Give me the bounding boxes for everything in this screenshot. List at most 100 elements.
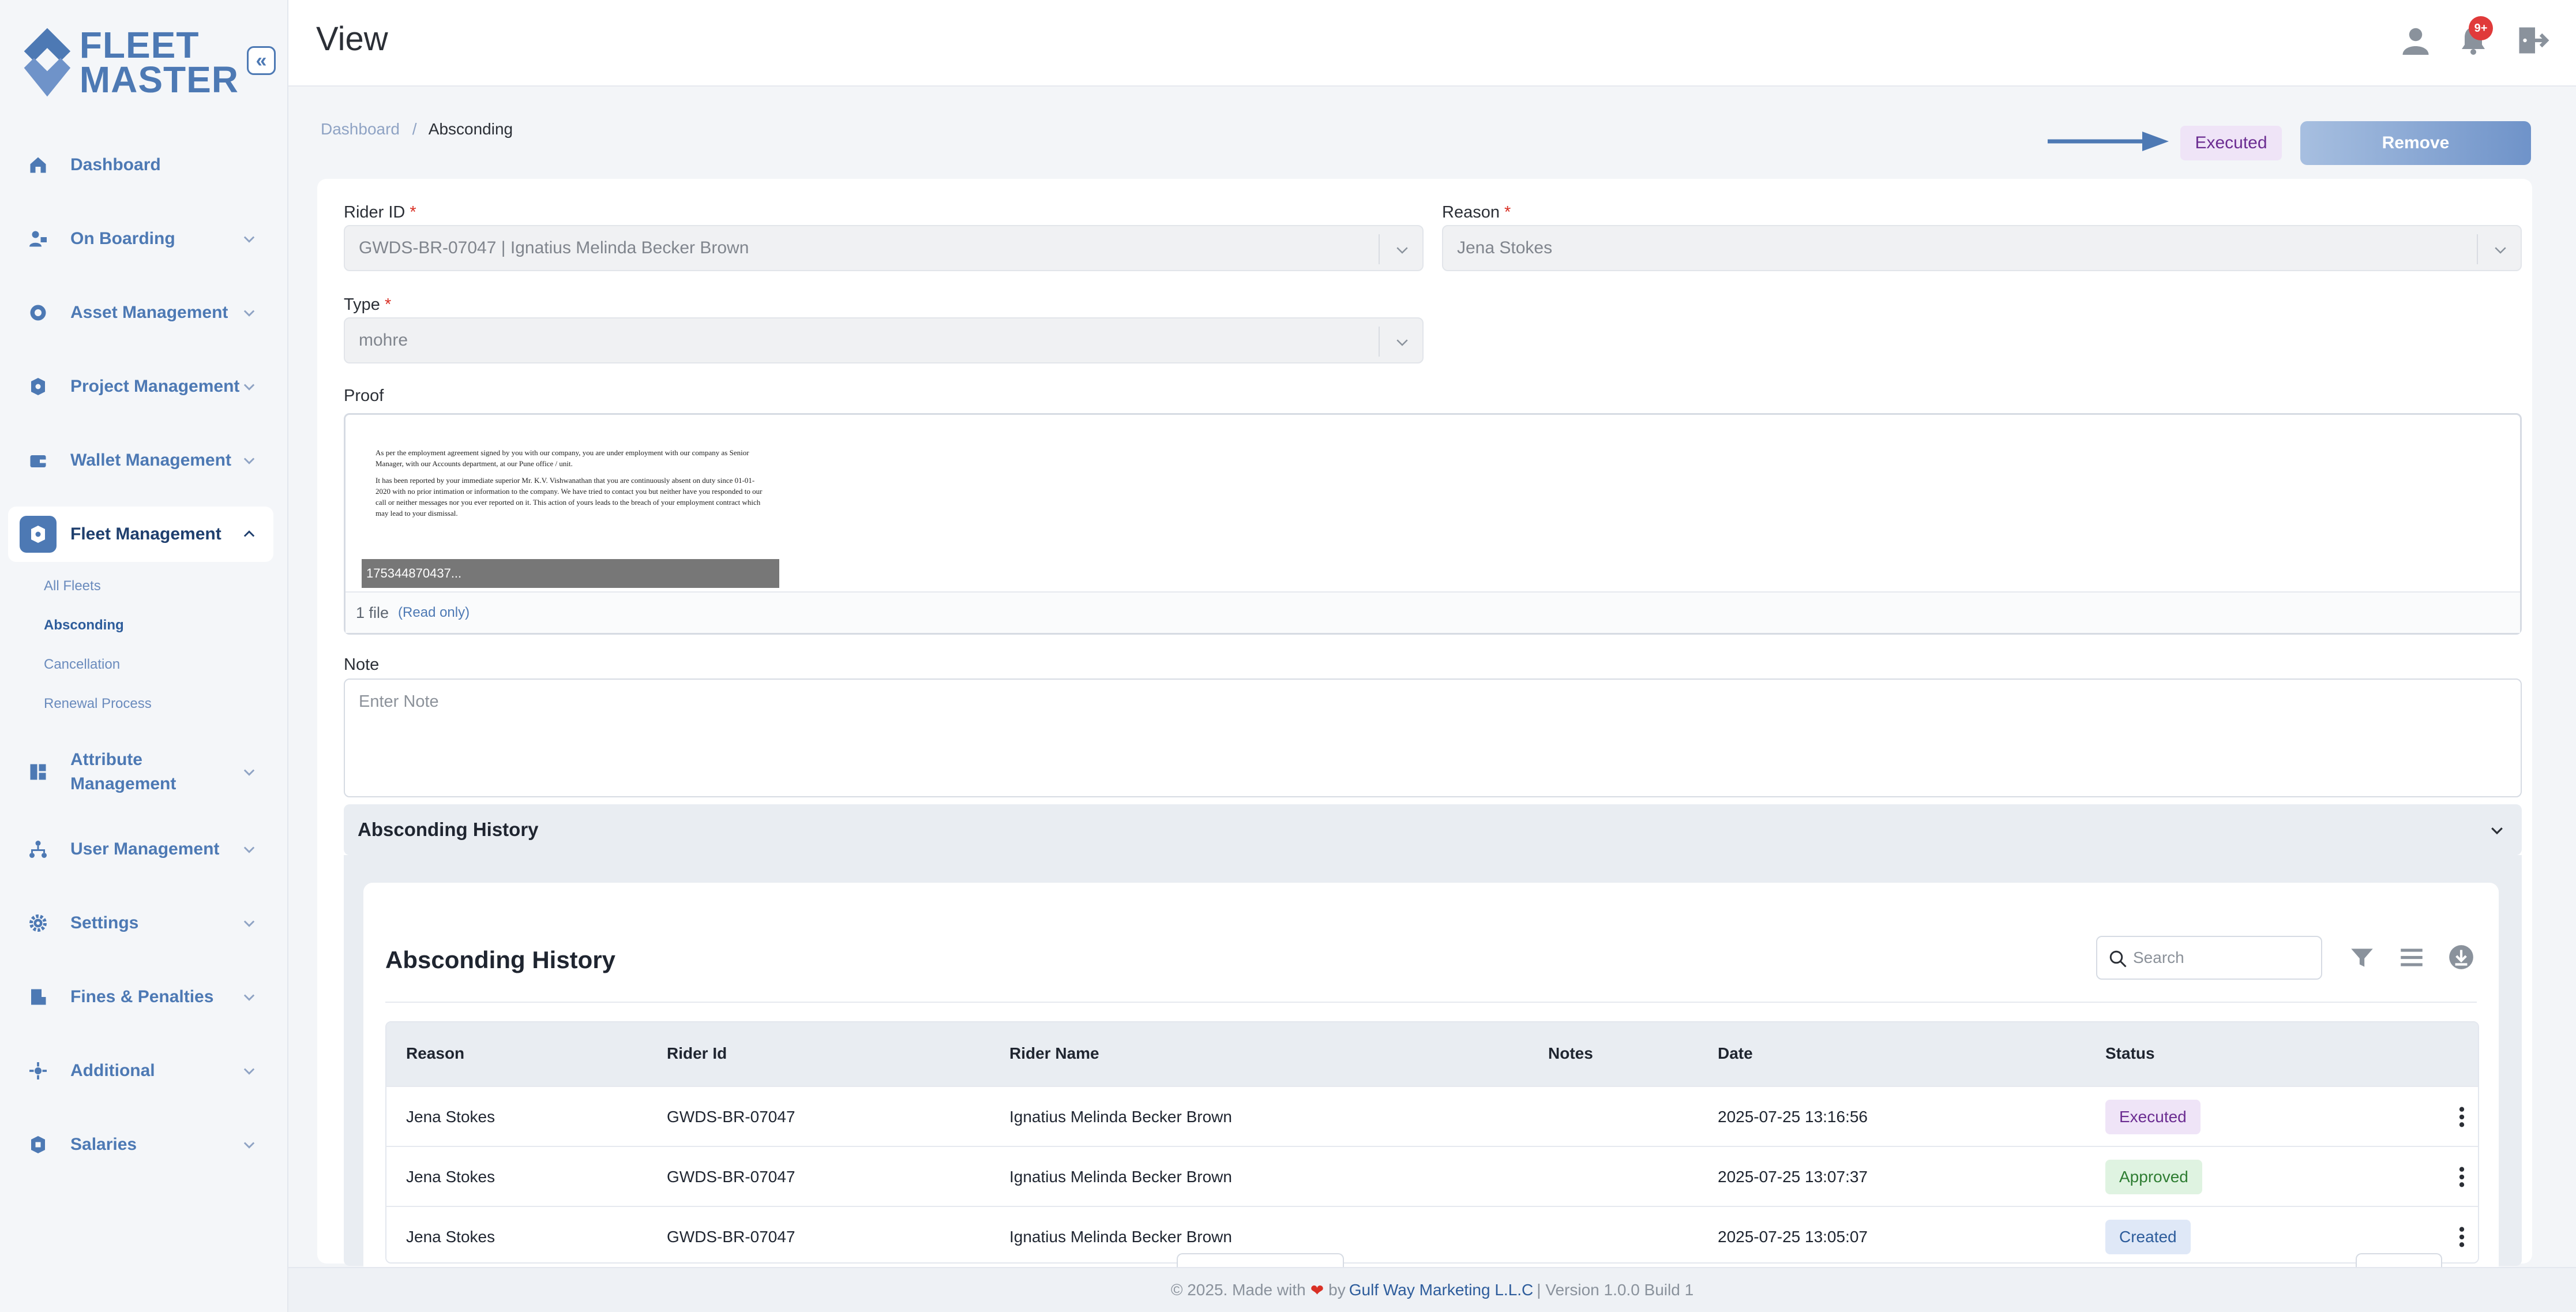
collapse-sidebar-button[interactable]: « (247, 46, 276, 75)
cell-reason: Jena Stokes (406, 1168, 495, 1186)
search-input[interactable]: Search (2096, 936, 2322, 980)
logo-text: FLEET MASTER (79, 24, 239, 100)
logo[interactable]: FLEET MASTER (20, 22, 239, 103)
history-accordion-header[interactable]: Absconding History (344, 804, 2522, 855)
project-icon (20, 368, 57, 405)
history-title: Absconding History (385, 946, 616, 973)
table-row: Jena Stokes GWDS-BR-07047 Ignatius Melin… (386, 1206, 2478, 1262)
top-bar: View (288, 0, 2576, 87)
chevron-down-icon (1396, 247, 1408, 254)
sidebar-item-asset-management[interactable]: Asset Management (8, 285, 273, 340)
sidebar: FLEET MASTER « Dashboard On Boarding Ass… (0, 0, 288, 1312)
status-badge: Approved (2105, 1160, 2202, 1194)
reason-label: Reason * (1442, 203, 1511, 222)
sidebar-item-attribute-management[interactable]: Attribute Management (8, 743, 273, 801)
chevron-up-icon (243, 530, 255, 537)
proof-uploader: As per the employment agreement signed b… (344, 413, 2522, 635)
chevron-down-icon (243, 458, 255, 464)
proof-read-only: (Read only) (398, 605, 470, 620)
footer-company-link[interactable]: Gulf Way Marketing L.L.C (1349, 1281, 1534, 1299)
attribute-icon (20, 754, 57, 790)
more-options-icon[interactable] (2456, 1225, 2468, 1249)
sidebar-item-label: Settings (70, 913, 139, 932)
column-header-notes[interactable]: Notes (1548, 1044, 1593, 1063)
cell-rider-id: GWDS-BR-07047 (667, 1228, 795, 1246)
cell-rider-name: Ignatius Melinda Becker Brown (1009, 1228, 1232, 1246)
logo-mark-icon (24, 28, 71, 97)
cell-rider-name: Ignatius Melinda Becker Brown (1009, 1168, 1232, 1186)
chevron-down-icon (243, 994, 255, 1001)
wallet-icon (20, 442, 57, 479)
sidebar-item-label: Fines & Penalties (70, 987, 214, 1006)
sidebar-item-settings[interactable]: Settings (8, 895, 273, 951)
sidebar-item-project-management[interactable]: Project Management (8, 359, 273, 414)
footer-version: | Version 1.0.0 Build 1 (1537, 1281, 1694, 1299)
sidebar-item-on-boarding[interactable]: On Boarding (8, 211, 273, 267)
fleet-icon (20, 516, 57, 553)
search-placeholder: Search (2133, 949, 2184, 966)
proof-label: Proof (344, 387, 384, 405)
sidebar-item-wallet-management[interactable]: Wallet Management (8, 433, 273, 488)
salary-icon (20, 1126, 57, 1163)
more-options-icon[interactable] (2456, 1105, 2468, 1129)
note-textarea[interactable]: Enter Note (344, 679, 2522, 797)
table-row: Jena Stokes GWDS-BR-07047 Ignatius Melin… (386, 1086, 2478, 1146)
logout-icon[interactable] (2515, 23, 2549, 58)
sidebar-item-label: On Boarding (70, 229, 175, 248)
column-header-rider-id[interactable]: Rider Id (667, 1044, 727, 1063)
cell-rider-id: GWDS-BR-07047 (667, 1168, 795, 1186)
chevron-down-icon (243, 920, 255, 927)
sidebar-item-fines-penalties[interactable]: Fines & Penalties (8, 969, 273, 1025)
status-badge: Created (2105, 1220, 2191, 1254)
sidebar-item-label: User Management (70, 839, 220, 859)
sidebar-sub-absconding[interactable]: Absconding (44, 617, 124, 633)
chevron-down-icon (243, 384, 255, 391)
sidebar-item-additional[interactable]: Additional (8, 1043, 273, 1099)
user-board-icon (20, 220, 57, 257)
proof-file-thumbnail[interactable]: As per the employment agreement signed b… (362, 445, 779, 588)
footer-prefix: © 2025. Made with (1170, 1281, 1306, 1299)
type-label: Type * (344, 295, 392, 314)
chevron-down-icon (1396, 339, 1408, 346)
chevron-down-icon (243, 310, 255, 317)
sidebar-item-fleet-management[interactable]: Fleet Management (8, 507, 273, 562)
table-row: Jena Stokes GWDS-BR-07047 Ignatius Melin… (386, 1146, 2478, 1206)
user-profile-icon[interactable] (2398, 23, 2433, 58)
sidebar-item-label: Fleet Management (70, 524, 221, 543)
sidebar-sub-renewal-process[interactable]: Renewal Process (44, 696, 152, 712)
reason-value: Jena Stokes (1457, 238, 1553, 257)
sidebar-item-user-management[interactable]: User Management (8, 822, 273, 877)
status-badge: Executed (2105, 1100, 2201, 1134)
filter-icon[interactable] (2348, 943, 2376, 972)
search-icon (2109, 950, 2127, 968)
column-header-rider-name[interactable]: Rider Name (1009, 1044, 1099, 1063)
download-icon[interactable] (2447, 943, 2476, 972)
remove-button[interactable]: Remove (2300, 121, 2531, 165)
history-panel: Absconding History Search Reason Rider I… (344, 855, 2522, 1275)
breadcrumb-dashboard-link[interactable]: Dashboard (321, 120, 400, 138)
history-accordion-title: Absconding History (358, 819, 539, 840)
sidebar-item-label: Wallet Management (70, 451, 231, 470)
sidebar-sub-all-fleets[interactable]: All Fleets (44, 578, 101, 594)
type-select[interactable]: mohre (344, 317, 1424, 363)
sidebar-item-label: Attribute Management (70, 750, 177, 793)
sidebar-item-dashboard[interactable]: Dashboard (8, 137, 273, 193)
column-header-status[interactable]: Status (2105, 1044, 2155, 1063)
rider-id-select[interactable]: GWDS-BR-07047 | Ignatius Melinda Becker … (344, 225, 1424, 271)
column-header-reason[interactable]: Reason (406, 1044, 464, 1063)
sidebar-sub-cancellation[interactable]: Cancellation (44, 657, 120, 673)
sidebar-item-label: Asset Management (70, 303, 228, 322)
reason-select[interactable]: Jena Stokes (1442, 225, 2522, 271)
column-header-date[interactable]: Date (1718, 1044, 1753, 1063)
columns-icon[interactable] (2397, 943, 2426, 972)
chevron-down-icon (243, 236, 255, 243)
proof-file-name: 175344870437... (362, 559, 779, 588)
sidebar-item-salaries[interactable]: Salaries (8, 1117, 273, 1172)
breadcrumb-current: Absconding (428, 120, 513, 138)
double-chevron-left-icon: « (256, 49, 267, 72)
select-divider (2477, 234, 2478, 264)
history-card: Absconding History Search Reason Rider I… (363, 883, 2499, 1275)
cell-rider-name: Ignatius Melinda Becker Brown (1009, 1108, 1232, 1126)
more-options-icon[interactable] (2456, 1165, 2468, 1189)
proof-footer: 1 file (Read only) (346, 591, 2520, 633)
